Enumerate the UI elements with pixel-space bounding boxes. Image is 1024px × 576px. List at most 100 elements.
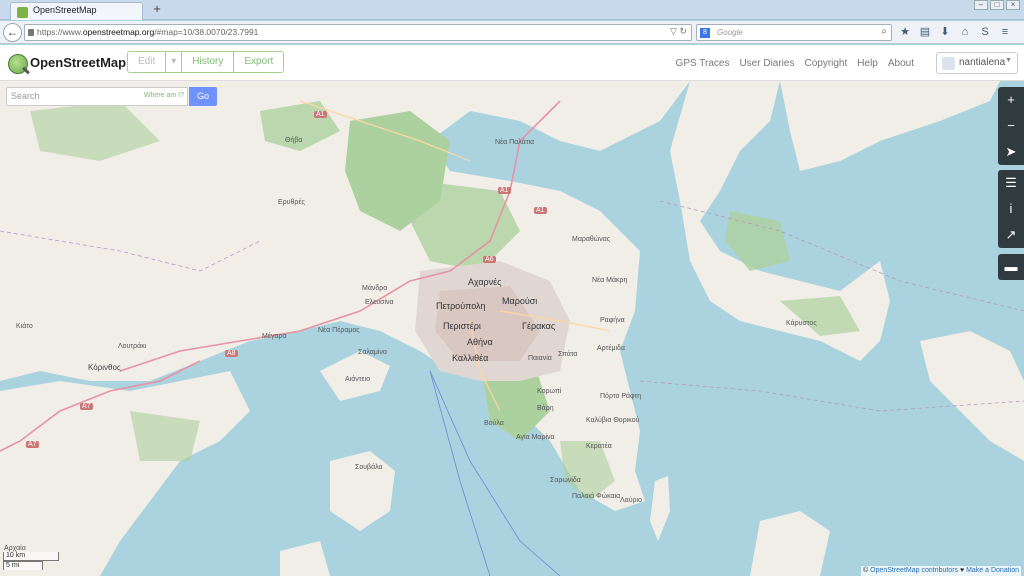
osm-header: OpenStreetMap Edit ▾ History Export GPS … [0,45,1024,81]
map-label: Σαλαμίνα [358,349,387,356]
map-label: Βούλα [484,420,504,427]
maximize-icon[interactable]: □ [990,0,1004,10]
browser-nav-bar: ← https://www.openstreetmap.org/#map=10/… [0,21,1024,44]
map-label: Βάρη [537,405,554,412]
back-button[interactable]: ← [3,23,22,42]
layers-icon[interactable]: ☰ [998,170,1024,196]
map-label: Πόρτο Ράφτη [600,393,642,400]
map-label: Κόρινθος [88,363,121,372]
road-shield: A6 [483,256,496,263]
home-icon[interactable]: ⌂ [958,25,972,39]
road-shield: A1 [498,187,511,194]
nav-user-diaries[interactable]: User Diaries [739,58,794,69]
edit-dropdown-icon[interactable]: ▾ [166,52,183,72]
map-label: Νέα Πέραμος [318,327,360,334]
window-controls: – □ × [974,0,1020,14]
map-label: Ραφήνα [600,317,625,324]
map-scale: 10 km 5 mi [3,552,59,572]
scale-km: 10 km [3,552,59,561]
map-label: Μαραθώνας [572,236,611,243]
map-label: Αρχαία [4,545,26,552]
map-graphic [0,81,1024,576]
map-label: Αρτέμιδα [597,345,625,352]
history-button[interactable]: History [182,52,235,72]
osm-contributors-link[interactable]: OpenStreetMap contributors [870,567,958,574]
top-nav: GPS Traces User Diaries Copyright Help A… [676,58,914,69]
search-icon[interactable]: ⌕ [881,26,887,37]
nav-about[interactable]: About [888,58,914,69]
bookmark-star-icon[interactable]: ★ [898,25,912,39]
new-tab-button[interactable]: + [150,2,164,16]
url-path: /#map=10/38.0070/23.7991 [154,27,259,37]
osm-favicon-icon [17,7,28,18]
export-button[interactable]: Export [234,52,284,72]
browser-tab[interactable]: OpenStreetMap [10,2,143,20]
avatar [942,57,955,70]
map-label: Μέγαρα [262,333,287,340]
osm-brand[interactable]: OpenStreetMap [30,55,126,70]
osm-logo-icon[interactable] [8,54,28,74]
close-icon[interactable]: × [1006,0,1020,10]
info-icon[interactable]: i [998,196,1024,222]
nav-help[interactable]: Help [857,58,878,69]
map-label: Κορωπί [537,388,562,395]
map-label: Περιστέρι [443,321,481,331]
road-shield: A8 [225,350,238,357]
map-label: Λαύριο [620,497,642,504]
map-label: Νέα Παλάτια [495,139,535,146]
search-placeholder: Search [11,91,40,101]
map-label: Σπάτα [558,351,578,358]
map-label: Αιάντειο [345,376,371,383]
browser-search-field[interactable]: 8 Google ⌕ [696,24,892,41]
bookmarks-list-icon[interactable]: ▤ [918,25,932,39]
url-bar[interactable]: https://www.openstreetmap.org/#map=10/38… [24,24,692,41]
url-host: openstreetmap.org [82,27,155,37]
map-panel-controls: ☰ i ↗ [998,170,1024,248]
map-label: Λουτράκι [118,343,147,350]
donate-link[interactable]: Make a Donation [966,567,1019,574]
chevron-down-icon: ▼ [1005,57,1012,64]
road-shield: A1 [534,207,547,214]
map-label: Νέα Μάκρη [592,277,628,284]
go-button[interactable]: Go [189,87,217,106]
map-label: Σουβάλα [355,464,383,471]
reload-icon[interactable]: ▽ ↻ [670,26,687,37]
map-label: Παλαιά Φώκαια [572,493,621,500]
map-label: Αγία Μαρίνα [516,434,555,441]
road-shield: A7 [80,403,93,410]
map-label: Κάρυστος [786,320,817,327]
locate-icon[interactable]: ➤ [998,139,1024,165]
browser-search-placeholder: Google [717,28,743,37]
scale-mi: 5 mi [3,561,43,570]
map-label: Μαρούσι [502,296,538,306]
map-label: Ερυθρές [278,199,305,206]
url-prefix: https://www. [37,27,83,37]
edit-button[interactable]: Edit [128,52,167,72]
attribution: © OpenStreetMap contributors ♥ Make a Do… [860,566,1021,576]
map-zoom-controls: + − ➤ [998,87,1024,165]
map-label: Αχαρνές [468,277,502,287]
where-am-i-link[interactable]: Where am I? [144,92,184,99]
tab-title: OpenStreetMap [33,5,97,15]
nav-gps-traces[interactable]: GPS Traces [676,58,730,69]
map-label: Αθήνα [467,337,493,347]
zoom-in-icon[interactable]: + [998,87,1024,113]
skype-icon[interactable]: S [978,25,992,39]
nav-copyright[interactable]: Copyright [804,58,847,69]
map-label: Κερατέα [586,443,612,450]
note-icon[interactable]: ▬ [998,254,1024,280]
menu-icon[interactable]: ≡ [998,25,1012,39]
search-engine-icon[interactable]: 8 [700,28,710,38]
downloads-icon[interactable]: ⬇ [938,25,952,39]
search-input[interactable]: Search Where am I? [6,87,188,106]
minimize-icon[interactable]: – [974,0,988,10]
map-label: Κιάτο [16,323,33,330]
map-label: Πετρούπολη [436,301,486,311]
share-icon[interactable]: ↗ [998,222,1024,248]
road-shield: A1 [314,111,327,118]
map-canvas[interactable]: Θήβα Ερυθρές Νέα Παλάτια Μαραθώνας Αχαρν… [0,81,1024,576]
map-label: Παιανία [528,355,552,362]
zoom-out-icon[interactable]: − [998,113,1024,139]
map-label: Μάνδρα [362,285,388,292]
user-menu-button[interactable]: nantialena ▼ [936,52,1018,74]
